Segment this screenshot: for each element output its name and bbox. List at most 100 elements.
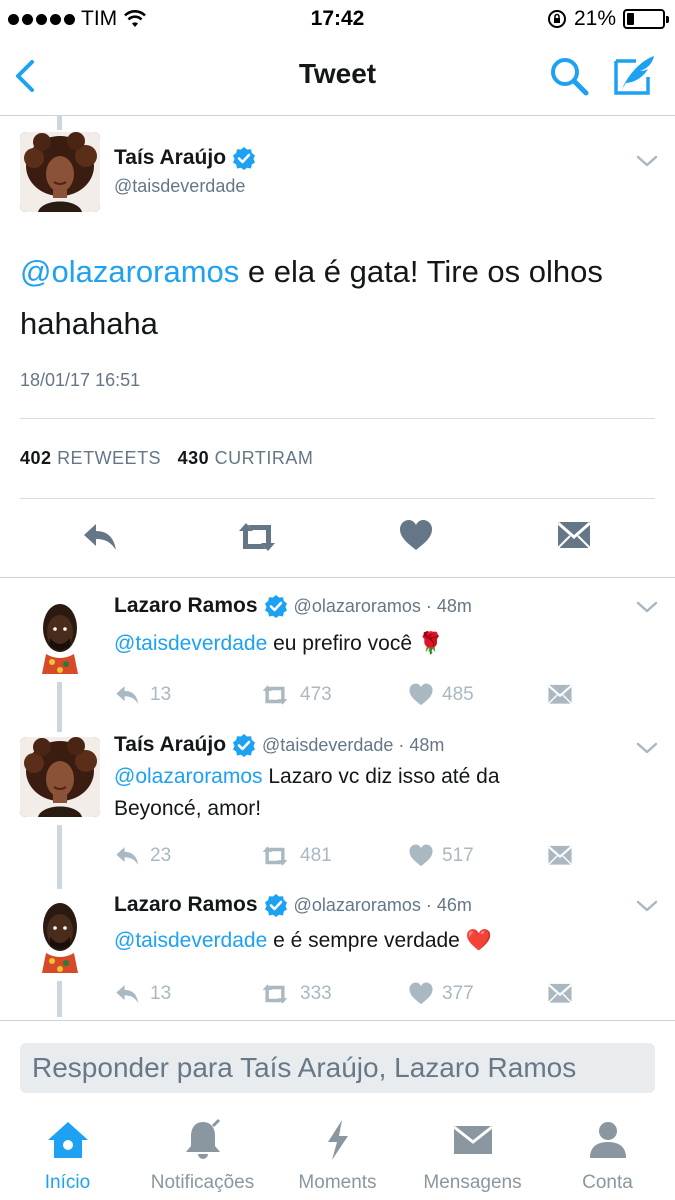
reply-icon[interactable] [82,518,120,556]
verified-icon [233,734,256,757]
chevron-down-icon[interactable] [636,154,658,168]
chevron-down-icon[interactable] [636,741,658,755]
tweet-text: @olazaroramos e ela é gata! Tire os olho… [20,246,650,350]
like-count: 377 [442,983,474,1004]
mention-link[interactable]: @taisdeverdade [114,632,267,655]
status-bar: TIM 17:42 21% [0,0,675,38]
author-name[interactable]: Taís Araújo [114,733,226,757]
avatar[interactable] [20,132,100,212]
tab-label: Notificações [150,1172,255,1193]
reply-action[interactable]: 13 [114,682,171,708]
retweet-icon [262,984,288,1004]
like-icon [409,982,433,1005]
reply-actions: 13 333 377 [114,981,584,1011]
like-count: 485 [442,684,474,705]
reply-text: @taisdeverdade eu prefiro você 🌹 [114,628,634,660]
reply-icon [116,847,139,865]
message-action[interactable] [547,981,573,1007]
battery-area: 21% [547,7,669,31]
tab-label: Conta [582,1172,633,1193]
tab-messages[interactable]: Mensagens [405,1118,540,1194]
mention-link[interactable]: @taisdeverdade [114,929,267,952]
author-meta[interactable]: @olazaroramos · 48m [294,596,472,617]
message-action[interactable] [547,843,573,869]
reply-header: Lazaro Ramos @olazaroramos · 46m [114,893,472,917]
message-action[interactable] [547,682,573,708]
bell-icon [185,1118,220,1159]
avatar[interactable] [20,893,100,973]
tab-account[interactable]: Conta [540,1118,675,1194]
tweet-stats: 402 RETWEETS 430 CURTIRAM [20,448,313,469]
author-name[interactable]: Lazaro Ramos [114,594,258,618]
retweet-count: 481 [300,845,332,866]
rotation-lock-icon [547,10,566,28]
tweet-timestamp: 18/01/17 16:51 [20,370,141,390]
home-icon [47,1122,88,1158]
compose-icon[interactable] [612,53,658,97]
reply-text: @olazaroramos Lazaro vc diz isso até da … [114,761,584,825]
reply-action[interactable]: 23 [114,843,171,869]
like-label[interactable]: CURTIRAM [215,448,314,468]
avatar[interactable] [20,737,100,817]
reply-header: Lazaro Ramos @olazaroramos · 48m [114,594,472,618]
author-name[interactable]: Taís Araújo [114,146,226,170]
reply-icon [116,985,139,1003]
reply-header: Taís Araújo @taisdeverdade · 48m [114,733,444,757]
chevron-down-icon[interactable] [636,600,658,614]
search-icon[interactable] [548,55,590,97]
thread-line [57,825,62,889]
like-count: 517 [442,845,474,866]
envelope-icon [547,684,573,705]
tab-home[interactable]: Início [0,1118,135,1194]
reply-text: @taisdeverdade e é sempre verdade ❤️ [114,925,634,957]
reply-tweet[interactable]: Lazaro Ramos @olazaroramos · 48m @taisde… [0,594,675,734]
retweet-action[interactable]: 473 [258,682,332,708]
retweet-action[interactable]: 333 [258,981,332,1007]
avatar[interactable] [20,594,100,674]
reply-input[interactable]: Responder para Taís Araújo, Lazaro Ramos [20,1043,655,1093]
author-handle[interactable]: @taisdeverdade [114,176,245,197]
retweet-count[interactable]: 402 [20,448,52,468]
person-icon [589,1122,626,1158]
like-icon[interactable] [398,518,434,554]
mention-link[interactable]: @olazaroramos [20,254,239,289]
retweet-icon[interactable] [236,518,278,556]
mention-link[interactable]: @olazaroramos [114,765,263,788]
reply-body: eu prefiro você 🌹 [267,632,444,655]
retweet-count: 333 [300,983,332,1004]
verified-icon [233,147,256,170]
tab-notifications[interactable]: Notificações [135,1118,270,1194]
author-row: Taís Araújo [114,146,256,170]
like-action[interactable]: 517 [408,843,474,869]
reply-icon [116,686,139,704]
like-count[interactable]: 430 [178,448,210,468]
author-name[interactable]: Lazaro Ramos [114,893,258,917]
author-meta[interactable]: @olazaroramos · 46m [294,895,472,916]
reply-action[interactable]: 13 [114,981,171,1007]
retweet-icon [262,685,288,705]
tab-moments[interactable]: Moments [270,1118,405,1194]
retweet-icon [262,846,288,866]
main-tweet[interactable]: Taís Araújo @taisdeverdade @olazaroramos… [0,116,675,578]
nav-bar: Tweet [0,38,675,116]
reply-count: 23 [150,845,172,866]
tab-bar: Início Notificações Moments Mensagens Co… [0,1110,675,1200]
retweet-count: 473 [300,684,332,705]
reply-tweet[interactable]: Lazaro Ramos @olazaroramos · 46m @taisde… [0,893,675,1019]
divider [20,418,655,419]
retweet-action[interactable]: 481 [258,843,332,869]
chevron-down-icon[interactable] [636,899,658,913]
reply-actions: 13 473 485 [114,682,584,712]
reply-actions: 23 481 517 [114,843,584,873]
like-action[interactable]: 485 [408,682,474,708]
retweet-label[interactable]: RETWEETS [57,448,161,468]
author-meta[interactable]: @taisdeverdade · 48m [262,735,444,756]
envelope-icon [547,983,573,1004]
envelope-icon[interactable] [556,518,592,554]
thread-line [57,116,62,130]
reply-body: e é sempre verdade ❤️ [267,929,492,952]
thread-line [57,682,62,732]
like-action[interactable]: 377 [408,981,474,1007]
reply-tweet[interactable]: Taís Araújo @taisdeverdade · 48m @olazar… [0,733,675,893]
reply-composer: Responder para Taís Araújo, Lazaro Ramos [0,1020,675,1102]
